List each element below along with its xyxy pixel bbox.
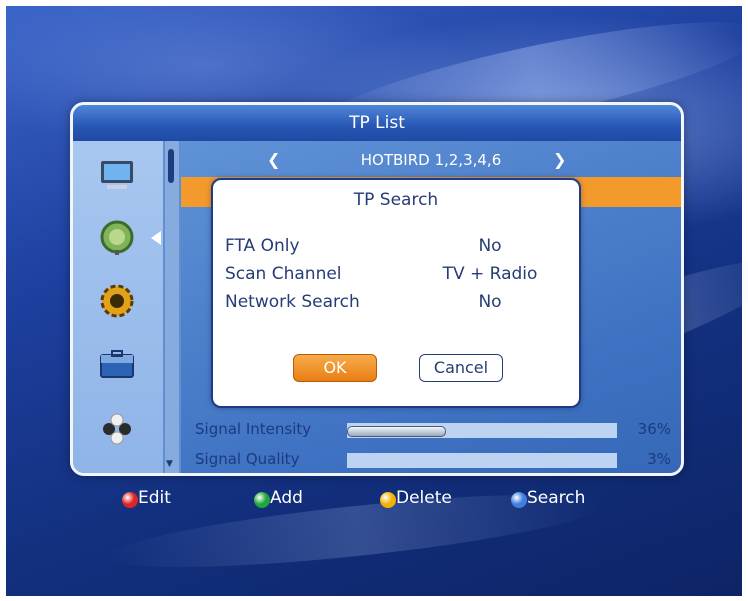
gear-icon[interactable] [97,281,137,321]
scroll-down-icon[interactable]: ▼ [166,459,173,469]
signal-quality-bar [347,453,617,468]
legend-label: Delete [396,488,452,508]
option-scan-channel[interactable]: Scan Channel TV + Radio [225,264,565,290]
legend-add[interactable]: Add [254,488,324,512]
option-value[interactable]: No [425,236,555,256]
option-label: Network Search [225,292,360,312]
satellite-dish-icon[interactable] [97,217,137,257]
legend-search[interactable]: Search [511,488,601,512]
legend-label: Add [270,488,303,508]
green-button-icon [254,492,270,508]
scroll-thumb[interactable] [168,149,174,183]
next-satellite-icon[interactable]: ❯ [553,147,566,173]
cancel-button[interactable]: Cancel [419,354,503,382]
signal-intensity-row: Signal Intensity 36% [181,419,681,441]
option-fta-only[interactable]: FTA Only No [225,236,565,262]
sidebar-menu [73,141,163,473]
game-icon[interactable] [97,409,137,449]
tv-icon[interactable] [97,155,137,195]
option-network-search[interactable]: Network Search No [225,292,565,318]
satellite-name: HOTBIRD 1,2,3,4,6 [360,151,502,169]
signal-intensity-bar [347,423,617,438]
option-label: Scan Channel [225,264,342,284]
legend-edit[interactable]: Edit [122,488,192,512]
scrollbar[interactable]: ▼ [165,141,179,473]
toolbox-icon[interactable] [97,345,137,385]
signal-intensity-fill [347,426,446,437]
signal-intensity-label: Signal Intensity [195,420,312,438]
satellite-selector[interactable]: ❮ HOTBIRD 1,2,3,4,6 ❯ [181,147,681,173]
signal-quality-value: 3% [647,450,671,468]
legend-label: Edit [138,488,171,508]
legend-label: Search [527,488,586,508]
red-button-icon [122,492,138,508]
yellow-button-icon [380,492,396,508]
signal-intensity-value: 36% [637,420,671,438]
window-title: TP List [73,105,681,141]
option-value[interactable]: No [425,292,555,312]
selection-pointer-icon [151,231,161,245]
legend-delete[interactable]: Delete [380,488,470,512]
option-value[interactable]: TV + Radio [425,264,555,284]
signal-quality-label: Signal Quality [195,450,300,468]
dialog-title: TP Search [353,190,439,210]
ok-button[interactable]: OK [293,354,377,382]
signal-quality-row: Signal Quality 3% [181,449,681,471]
blue-button-icon [511,492,527,508]
option-label: FTA Only [225,236,300,256]
tp-search-dialog: TP Search FTA Only No Scan Channel TV + … [211,178,581,408]
